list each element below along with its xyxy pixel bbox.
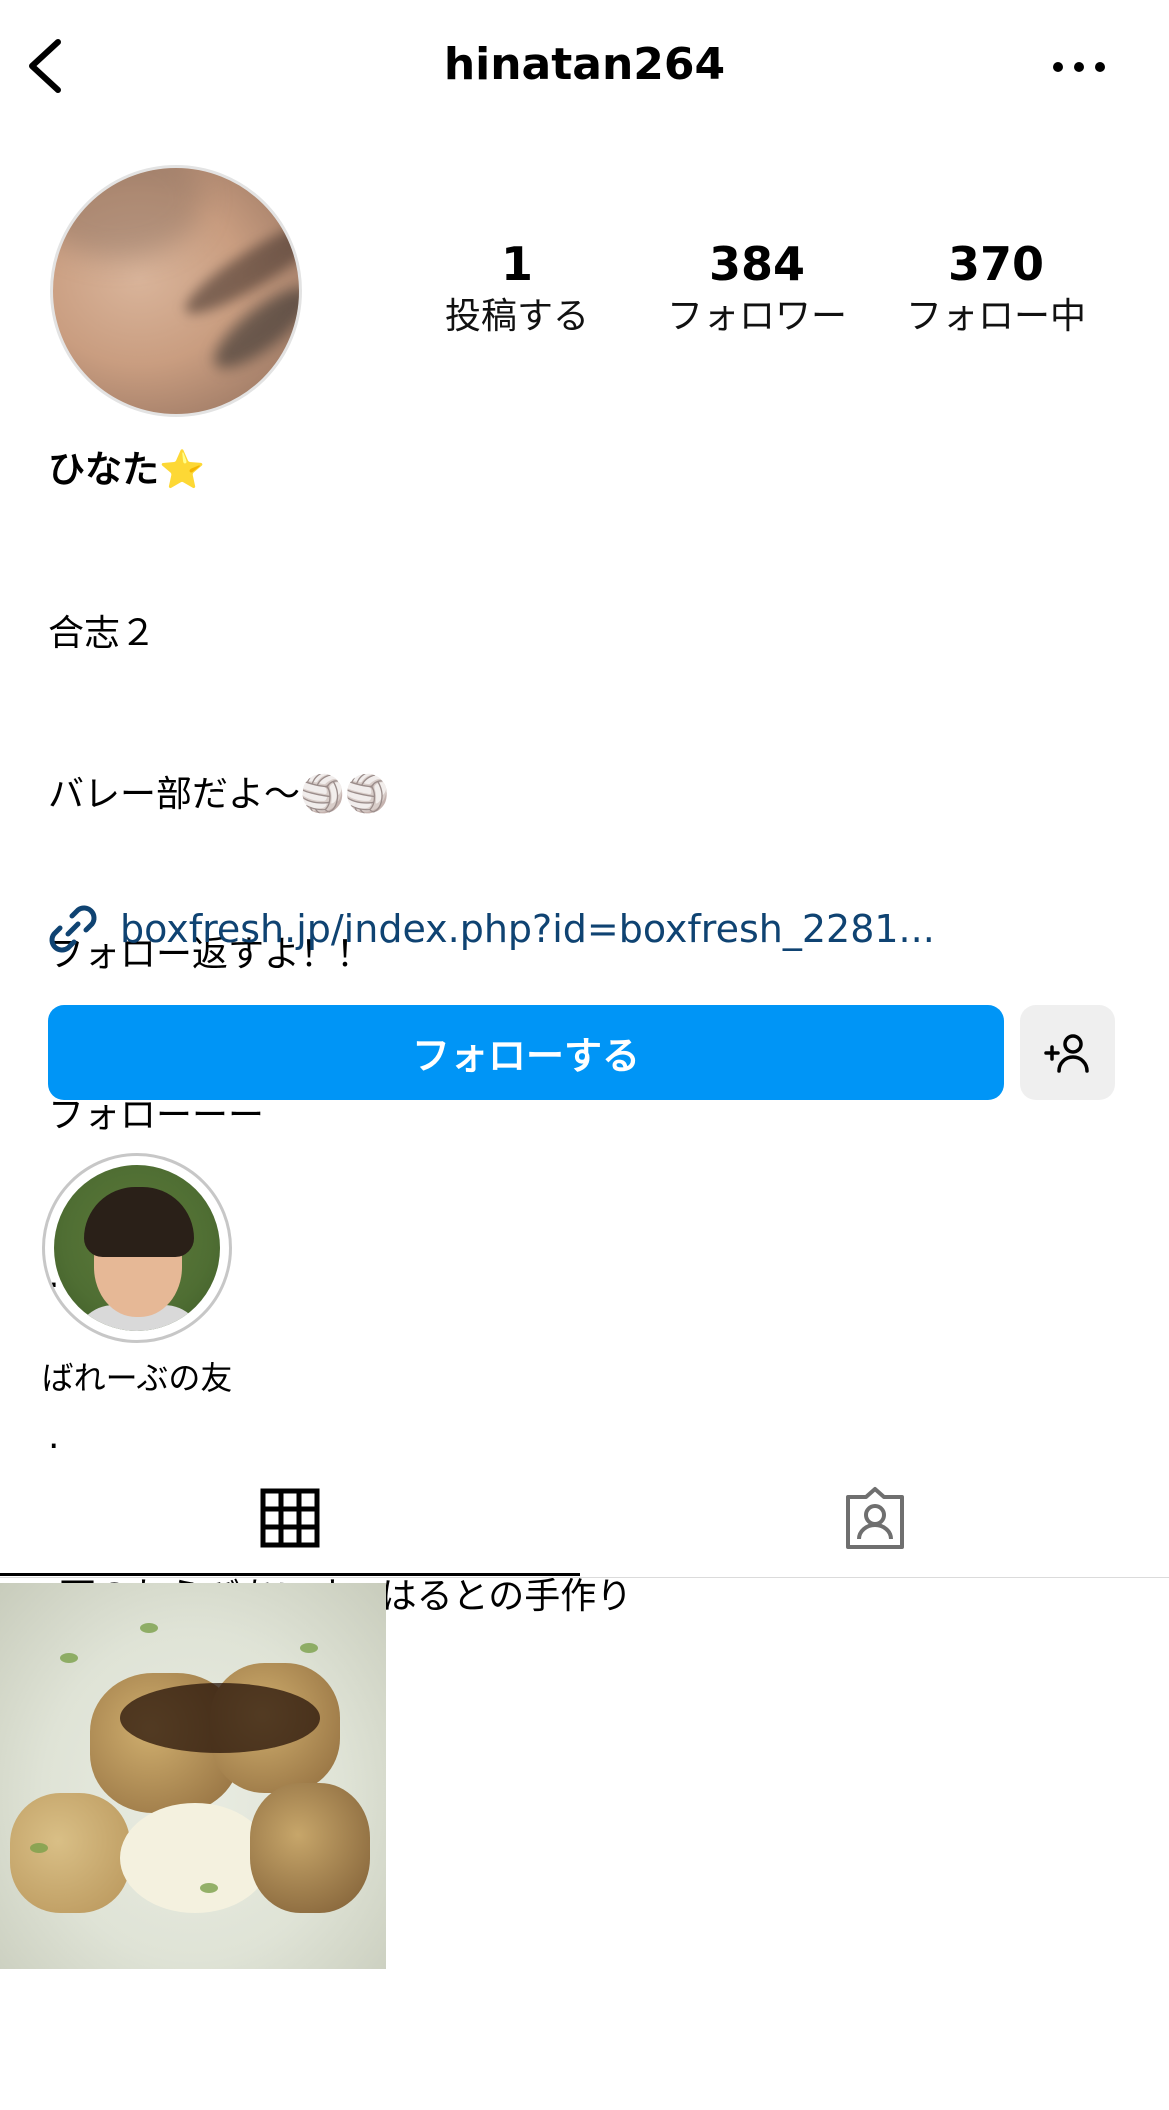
highlight-label: ばれーぶの友 [41,1359,233,1397]
profile-avatar[interactable] [50,165,302,417]
stat-posts: 1 投稿する [407,236,627,342]
link-text: boxfresh.jp/index.php?id=boxfresh_2281..… [120,907,935,951]
tab-divider [0,1577,1169,1578]
link-icon [49,905,97,953]
stat-followers[interactable]: 384 フォロワー [647,236,867,342]
tagged-person-icon [845,1486,904,1549]
more-options-button[interactable] [1050,52,1108,82]
display-name-text: ひなた [48,448,159,491]
stat-label: フォロー中 [905,296,1086,337]
profile-link[interactable]: boxfresh.jp/index.php?id=boxfresh_2281..… [46,902,935,956]
grid-icon [260,1488,320,1547]
stat-value: 384 [708,237,806,291]
stat-value: 1 [500,237,533,291]
tab-tagged[interactable] [580,1460,1169,1575]
tab-posts-grid[interactable] [0,1460,580,1575]
post-thumbnail[interactable] [0,1583,386,1969]
stat-value: 370 [947,237,1045,291]
bio-line: バレー部だよ〜🏐🏐 [48,773,390,815]
more-horizontal-icon [1053,62,1105,72]
bio-line: 合志２ [48,613,157,654]
stat-following[interactable]: 370 フォロー中 [886,236,1106,342]
stat-label: フォロワー [666,296,847,337]
stat-label: 投稿する [444,296,589,337]
profile-username: hinatan264 [443,39,726,90]
suggested-users-button[interactable] [1020,1005,1115,1100]
active-tab-indicator [0,1573,580,1576]
highlight-cover [54,1165,220,1331]
star-emoji: ⭐ [159,448,206,491]
bio-line: . [48,1415,60,1457]
display-name: ひなた⭐ [48,445,205,495]
follow-button[interactable]: フォローする [48,1005,1004,1100]
add-person-icon [1043,1033,1089,1073]
